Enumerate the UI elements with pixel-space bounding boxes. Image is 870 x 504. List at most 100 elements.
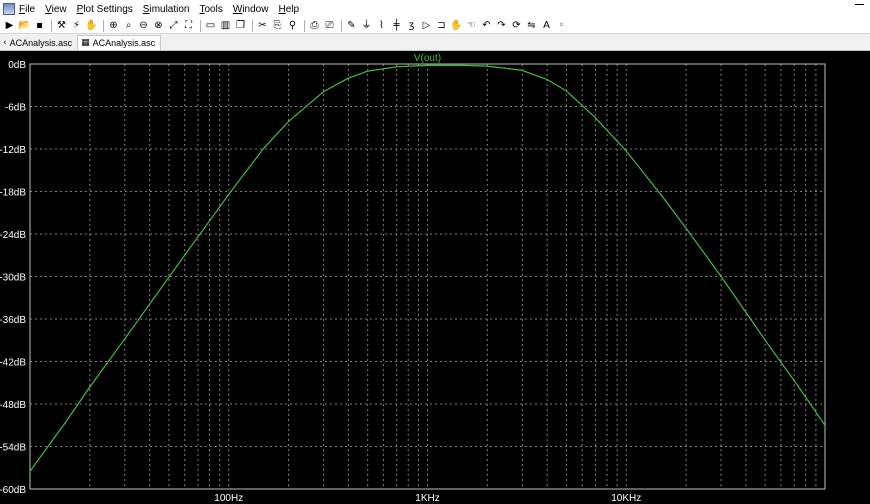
inductor-icon[interactable]: ʒ xyxy=(405,19,418,32)
data-point xyxy=(720,275,722,278)
y-tick-label: -6dB xyxy=(5,103,26,114)
app-icon xyxy=(3,3,15,15)
data-point xyxy=(546,78,548,81)
toolbar-separator xyxy=(103,19,104,32)
control-panel-icon[interactable]: ⚒ xyxy=(55,19,68,32)
data-point xyxy=(824,424,826,426)
waveform-plot-pane[interactable]: 0dB -6dB -12dB -18dB -24dB -30dB -36dB -42dB -48… xyxy=(0,51,870,504)
spice-directive-icon[interactable]: ◦ xyxy=(555,19,568,32)
component-icon[interactable]: ⊐ xyxy=(435,19,448,32)
data-point xyxy=(347,77,350,79)
zoom-out-icon[interactable]: ⊖ xyxy=(137,19,150,32)
toolbar-separator xyxy=(252,19,253,32)
diode-icon[interactable]: ▷ xyxy=(420,19,433,32)
menu-file[interactable]: File xyxy=(19,4,35,15)
data-point xyxy=(263,147,265,149)
run-halt-icon[interactable]: ⚡ xyxy=(70,19,83,32)
data-point xyxy=(168,276,170,278)
menu-help[interactable]: Help xyxy=(278,4,299,15)
cascade-icon[interactable]: ❐ xyxy=(234,19,247,32)
zoom-in-icon[interactable]: ⊕ xyxy=(107,19,120,32)
data-point xyxy=(764,339,766,341)
y-tick-label: -60dB xyxy=(0,485,26,496)
menu-window[interactable]: Window xyxy=(233,4,269,15)
ground-icon[interactable]: ⏚ xyxy=(360,19,373,32)
tile-horizontal-icon[interactable]: ▭ xyxy=(204,19,217,32)
mirror-icon[interactable]: ⇋ xyxy=(525,19,538,32)
find-icon[interactable]: ⚲ xyxy=(286,19,299,32)
move-hand-icon[interactable]: ✋ xyxy=(450,19,463,32)
save-icon[interactable]: ▪ xyxy=(33,19,46,32)
rotate-icon[interactable]: ⟳ xyxy=(510,19,523,32)
y-tick-label: -42dB xyxy=(0,358,26,369)
minimize-icon[interactable] xyxy=(855,4,864,5)
y-tick-label: -12dB xyxy=(0,145,26,156)
x-tick-label: 100Hz xyxy=(214,493,243,504)
data-point xyxy=(426,64,429,67)
draw-wire-icon[interactable]: ✎ xyxy=(345,19,358,32)
pan-hand-icon[interactable]: ✋ xyxy=(85,19,98,32)
toolbar-separator xyxy=(200,19,201,32)
data-point xyxy=(660,194,662,196)
zoom-fit-icon[interactable]: ⛶ xyxy=(182,19,195,32)
autorange-icon[interactable]: ⤢ xyxy=(167,19,180,32)
data-point xyxy=(565,90,568,92)
menu-tools[interactable]: Tools xyxy=(200,4,223,15)
back-arrow-icon: ‹ xyxy=(3,37,7,48)
toolbar-separator xyxy=(51,19,52,32)
data-point xyxy=(625,150,627,152)
y-tick-label: -18dB xyxy=(0,188,26,199)
open-folder-icon[interactable]: 📂 xyxy=(18,19,31,32)
toolbar-separator xyxy=(341,19,342,32)
toolbar: ▶ 📂 ▪ ⚒ ⚡ ✋ ⊕ ⌕ ⊖ ⊗ ⤢ ⛶ ▭ ▥ ❐ ✂ ⎘ ⚲ ⎙ ⎚ ✎ ⏚ ⌇ ╪ ʒ ▷ ⊐ ✋ ☜ ↶ ↷ ⟳ ⇋ A ◦ xyxy=(0,18,870,34)
toolbar-separator xyxy=(304,19,305,32)
tab-back[interactable]: ‹ ACAnalysis.asc xyxy=(0,35,77,50)
data-point xyxy=(322,91,325,93)
y-tick-label: -24dB xyxy=(0,230,26,241)
run-icon[interactable]: ▶ xyxy=(3,19,16,32)
y-tick-label: 0dB xyxy=(8,60,26,71)
print-preview-icon[interactable]: ⎚ xyxy=(323,19,336,32)
undo-icon[interactable]: ↶ xyxy=(480,19,493,32)
data-point xyxy=(396,66,398,68)
copy-icon[interactable]: ⎘ xyxy=(271,19,284,32)
data-point xyxy=(228,193,230,195)
tab-bar: ‹ ACAnalysis.asc ▦ ACAnalysis.asc xyxy=(0,34,870,51)
schematic-icon: ▦ xyxy=(81,38,90,48)
menu-bar: File View Plot Settings Simulation Tools… xyxy=(0,0,870,18)
data-point xyxy=(287,120,290,122)
tab-acanalysis[interactable]: ▦ ACAnalysis.asc xyxy=(77,35,162,50)
data-point xyxy=(594,117,597,119)
menu-view[interactable]: View xyxy=(45,4,67,15)
text-icon[interactable]: A xyxy=(540,19,553,32)
tab-label: ACAnalysis.asc xyxy=(92,38,156,48)
data-point xyxy=(64,422,66,424)
y-tick-label: -48dB xyxy=(0,400,26,411)
x-tick-label: 10KHz xyxy=(611,493,641,504)
y-tick-label: -54dB xyxy=(0,443,26,454)
redo-icon[interactable]: ↷ xyxy=(495,19,508,32)
waveform-plot[interactable]: 0dB -6dB -12dB -18dB -24dB -30dB -36dB -42dB -48… xyxy=(0,51,870,504)
data-point xyxy=(486,65,488,67)
tab-label: ACAnalysis.asc xyxy=(9,37,73,48)
menu-simulation[interactable]: Simulation xyxy=(143,4,190,15)
data-point xyxy=(521,69,523,71)
y-tick-label: -30dB xyxy=(0,273,26,284)
zoom-area-icon[interactable]: ⌕ xyxy=(122,19,135,32)
data-point xyxy=(793,380,795,382)
data-point xyxy=(124,338,126,340)
trace-title: V(out) xyxy=(414,53,441,64)
tile-vertical-icon[interactable]: ▥ xyxy=(219,19,232,32)
data-point xyxy=(197,236,199,238)
x-tick-label: 1KHz xyxy=(415,493,439,504)
capacitor-icon[interactable]: ╪ xyxy=(390,19,403,32)
print-icon[interactable]: ⎙ xyxy=(308,19,321,32)
data-point xyxy=(685,227,687,229)
resistor-icon[interactable]: ⌇ xyxy=(375,19,388,32)
cut-icon[interactable]: ✂ xyxy=(256,19,269,32)
data-point xyxy=(367,70,369,72)
y-tick-label: -36dB xyxy=(0,315,26,326)
menu-plot-settings[interactable]: Plot Settings xyxy=(77,4,133,15)
drag-hand-icon[interactable]: ☜ xyxy=(465,19,478,32)
zoom-cancel-icon[interactable]: ⊗ xyxy=(152,19,165,32)
